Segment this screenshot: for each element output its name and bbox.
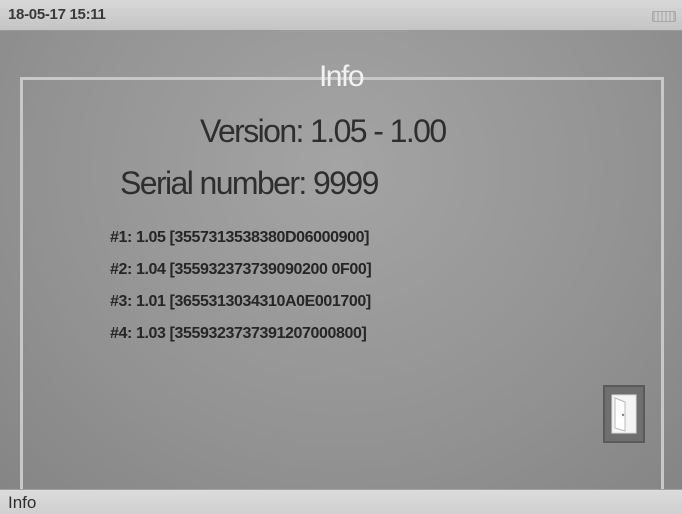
bottom-status-bar: Info [0,489,682,514]
module-info-line: #4: 1.03 [3559323737391207000800] [110,325,367,342]
device-screen: 18-05-17 15:11 Info Version: 1.05 - 1.00… [0,0,682,514]
door-exit-icon [611,394,637,434]
datetime-display: 18-05-17 15:11 [8,6,106,23]
current-screen-label: Info [8,493,37,512]
battery-icon [652,11,676,22]
version-text: Version: 1.05 - 1.00 [200,113,447,149]
exit-button[interactable] [603,385,645,443]
status-bar: 18-05-17 15:11 [0,0,682,31]
info-content-area [0,31,682,505]
serial-number-text: Serial number: 9999 [120,165,379,201]
page-title: Info [318,60,365,93]
module-info-line: #3: 1.01 [3655313034310A0E001700] [110,293,371,310]
module-info-line: #2: 1.04 [355932373739090200 0F00] [110,261,372,278]
module-info-line: #1: 1.05 [3557313538380D06000900] [110,229,370,246]
